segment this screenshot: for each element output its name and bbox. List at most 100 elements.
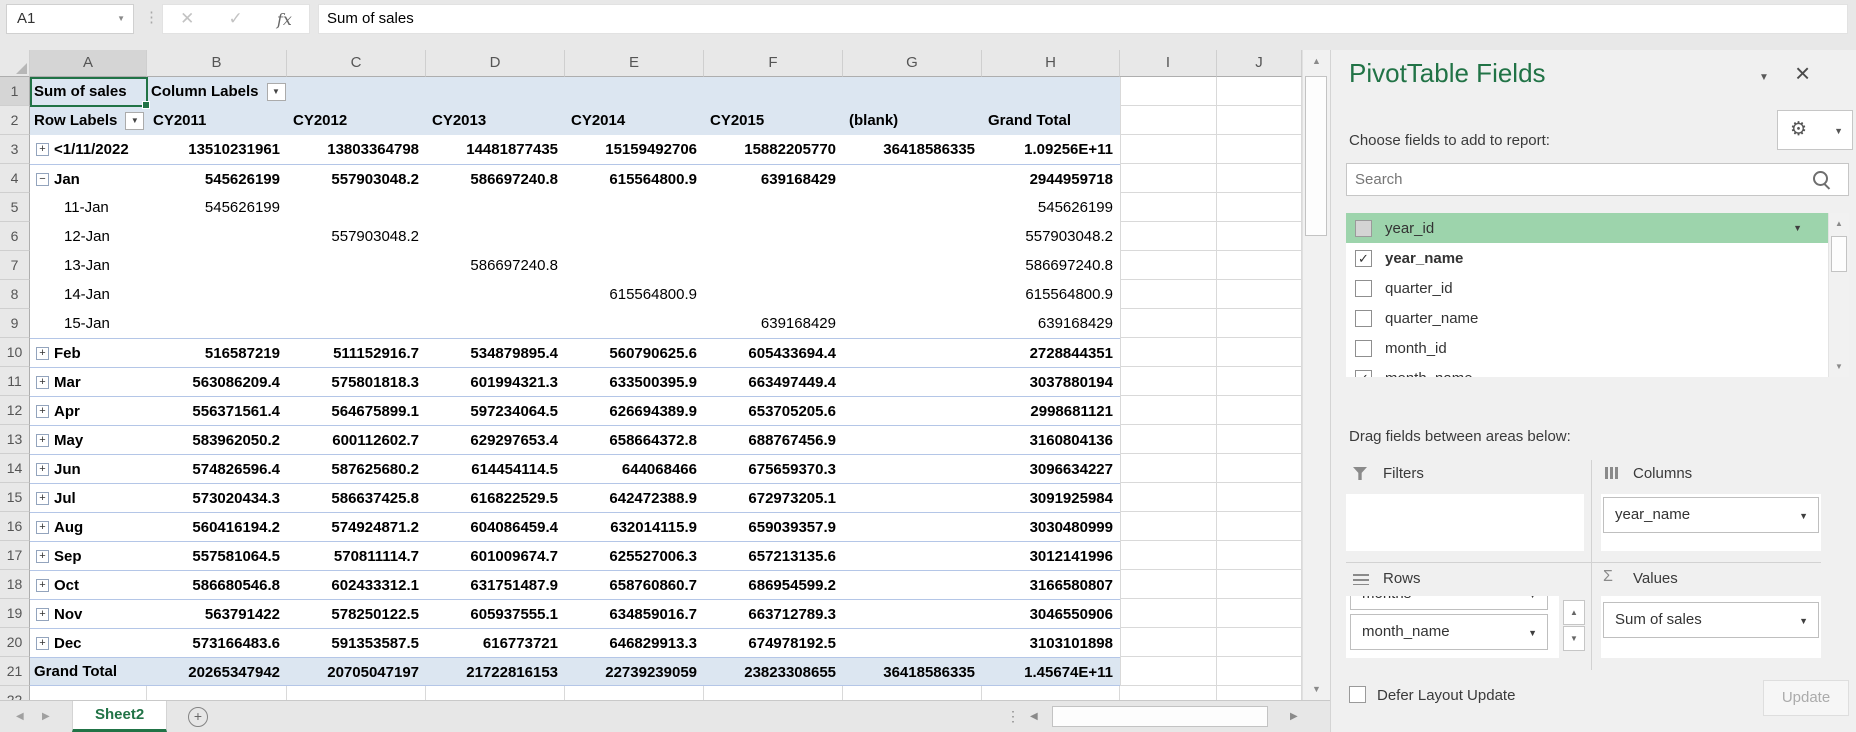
hscroll-left-icon[interactable]: ◀ <box>1030 701 1038 732</box>
column-labels-filter-icon[interactable]: ▼ <box>266 82 286 101</box>
table-cell[interactable]: 563086209.4 <box>147 367 287 396</box>
formula-bar-splitter-icon[interactable]: ⋮ <box>144 8 159 26</box>
table-cell[interactable] <box>843 222 982 251</box>
table-cell[interactable] <box>1120 251 1217 280</box>
row-header-10[interactable]: 10 <box>0 338 30 367</box>
field-checkbox[interactable]: ✓ <box>1355 249 1372 267</box>
table-cell[interactable] <box>843 77 982 106</box>
table-cell[interactable]: 616822529.5 <box>426 483 565 512</box>
row-label-cell[interactable]: + Dec <box>30 628 147 657</box>
table-cell[interactable]: 557903048.2 <box>287 164 426 193</box>
table-cell[interactable]: 600112602.7 <box>287 425 426 454</box>
column-header-B[interactable]: B <box>147 50 287 77</box>
table-cell[interactable]: 587625680.2 <box>287 454 426 483</box>
table-cell[interactable] <box>565 222 704 251</box>
field-item-month_id[interactable]: month_id <box>1346 333 1828 363</box>
table-cell[interactable]: 586697240.8 <box>426 164 565 193</box>
name-box-dropdown-icon[interactable]: ▼ <box>117 5 125 33</box>
table-cell[interactable]: 615564800.9 <box>565 164 704 193</box>
table-cell[interactable] <box>1217 280 1302 309</box>
table-cell[interactable]: 3030480999 <box>982 512 1120 541</box>
vertical-scrollbar[interactable]: ▲ ▼ <box>1302 50 1330 700</box>
column-header-A[interactable]: A <box>30 50 147 77</box>
row-header-22[interactable]: 22 <box>0 686 30 700</box>
table-cell[interactable] <box>1217 396 1302 425</box>
table-cell[interactable] <box>1217 628 1302 657</box>
table-cell[interactable] <box>565 193 704 222</box>
table-cell[interactable]: 573166483.6 <box>147 628 287 657</box>
table-cell[interactable]: 3046550906 <box>982 599 1120 628</box>
table-cell[interactable]: 578250122.5 <box>287 599 426 628</box>
table-cell[interactable]: 3166580807 <box>982 570 1120 599</box>
table-cell[interactable]: 556371561.4 <box>147 396 287 425</box>
expand-icon[interactable]: + <box>36 491 49 505</box>
row-header-2[interactable]: 2 <box>0 106 30 135</box>
table-cell[interactable]: 672973205.1 <box>704 483 843 512</box>
table-cell[interactable]: 586697240.8 <box>426 251 565 280</box>
table-cell[interactable]: 563791422 <box>147 599 287 628</box>
table-cell[interactable] <box>1120 367 1217 396</box>
cell-column-labels[interactable]: Column Labels ▼ <box>147 77 287 106</box>
table-cell[interactable]: 583962050.2 <box>147 425 287 454</box>
table-cell[interactable] <box>843 686 982 700</box>
table-cell[interactable] <box>704 77 843 106</box>
table-cell[interactable]: 3160804136 <box>982 425 1120 454</box>
hscroll-right-icon[interactable]: ▶ <box>1290 701 1298 732</box>
table-cell[interactable]: 545626199 <box>147 164 287 193</box>
area-field-chip[interactable]: year_name ▼ <box>1603 497 1819 533</box>
scroll-down-icon[interactable]: ▼ <box>1303 678 1330 700</box>
table-cell[interactable] <box>1120 483 1217 512</box>
enter-icon[interactable]: ✓ <box>229 9 243 29</box>
table-cell[interactable] <box>982 686 1120 700</box>
table-cell[interactable]: 675659370.3 <box>704 454 843 483</box>
column-field-header[interactable]: Grand Total <box>982 106 1120 135</box>
field-item-year_id[interactable]: year_id ▼ <box>1346 213 1828 243</box>
table-cell[interactable]: 564675899.1 <box>287 396 426 425</box>
field-scroll-up-icon[interactable]: ▲ <box>1829 213 1849 234</box>
rows-scroll-down-icon[interactable]: ▼ <box>1563 626 1585 651</box>
column-header-G[interactable]: G <box>843 50 982 77</box>
table-cell[interactable]: 586637425.8 <box>287 483 426 512</box>
area-field-chip[interactable]: month_name ▼ <box>1350 614 1548 650</box>
row-header-4[interactable]: 4 <box>0 164 30 193</box>
row-header-14[interactable]: 14 <box>0 454 30 483</box>
table-cell[interactable] <box>1217 164 1302 193</box>
expand-icon[interactable]: + <box>36 375 49 389</box>
table-cell[interactable] <box>1120 338 1217 367</box>
row-header-16[interactable]: 16 <box>0 512 30 541</box>
search-input[interactable]: Search <box>1346 163 1849 196</box>
chip-dropdown-icon[interactable]: ▼ <box>1528 596 1537 600</box>
table-cell[interactable]: 560416194.2 <box>147 512 287 541</box>
expand-icon[interactable]: + <box>36 143 49 156</box>
field-item-quarter_id[interactable]: quarter_id <box>1346 273 1828 303</box>
table-cell[interactable] <box>30 686 147 700</box>
table-cell[interactable]: 22739239059 <box>565 657 704 686</box>
column-header-C[interactable]: C <box>287 50 426 77</box>
table-cell[interactable] <box>287 193 426 222</box>
field-list-scrollbar[interactable]: ▲ ▼ <box>1828 213 1849 377</box>
expand-icon[interactable]: + <box>36 346 49 360</box>
table-cell[interactable]: 657213135.6 <box>704 541 843 570</box>
row-label-cell[interactable]: − Jan <box>30 164 147 193</box>
table-cell[interactable]: 557903048.2 <box>287 222 426 251</box>
table-cell[interactable]: 1.45674E+11 <box>982 657 1120 686</box>
table-cell[interactable]: 3012141996 <box>982 541 1120 570</box>
table-cell[interactable] <box>1217 193 1302 222</box>
table-cell[interactable] <box>147 222 287 251</box>
table-cell[interactable] <box>982 77 1120 106</box>
row-label-cell[interactable]: + Jun <box>30 454 147 483</box>
table-cell[interactable] <box>704 280 843 309</box>
select-all-button[interactable] <box>0 50 30 77</box>
row-label-cell[interactable]: + Nov <box>30 599 147 628</box>
row-label-cell[interactable]: 14-Jan <box>30 280 147 309</box>
table-cell[interactable]: 3096634227 <box>982 454 1120 483</box>
table-cell[interactable] <box>843 454 982 483</box>
table-cell[interactable]: 511152916.7 <box>287 338 426 367</box>
table-cell[interactable]: 653705205.6 <box>704 396 843 425</box>
column-header-D[interactable]: D <box>426 50 565 77</box>
table-cell[interactable] <box>1120 686 1217 700</box>
table-cell[interactable]: 1.09256E+11 <box>982 135 1120 164</box>
expand-icon[interactable]: + <box>36 607 49 621</box>
table-cell[interactable] <box>843 309 982 338</box>
table-cell[interactable]: 557903048.2 <box>982 222 1120 251</box>
